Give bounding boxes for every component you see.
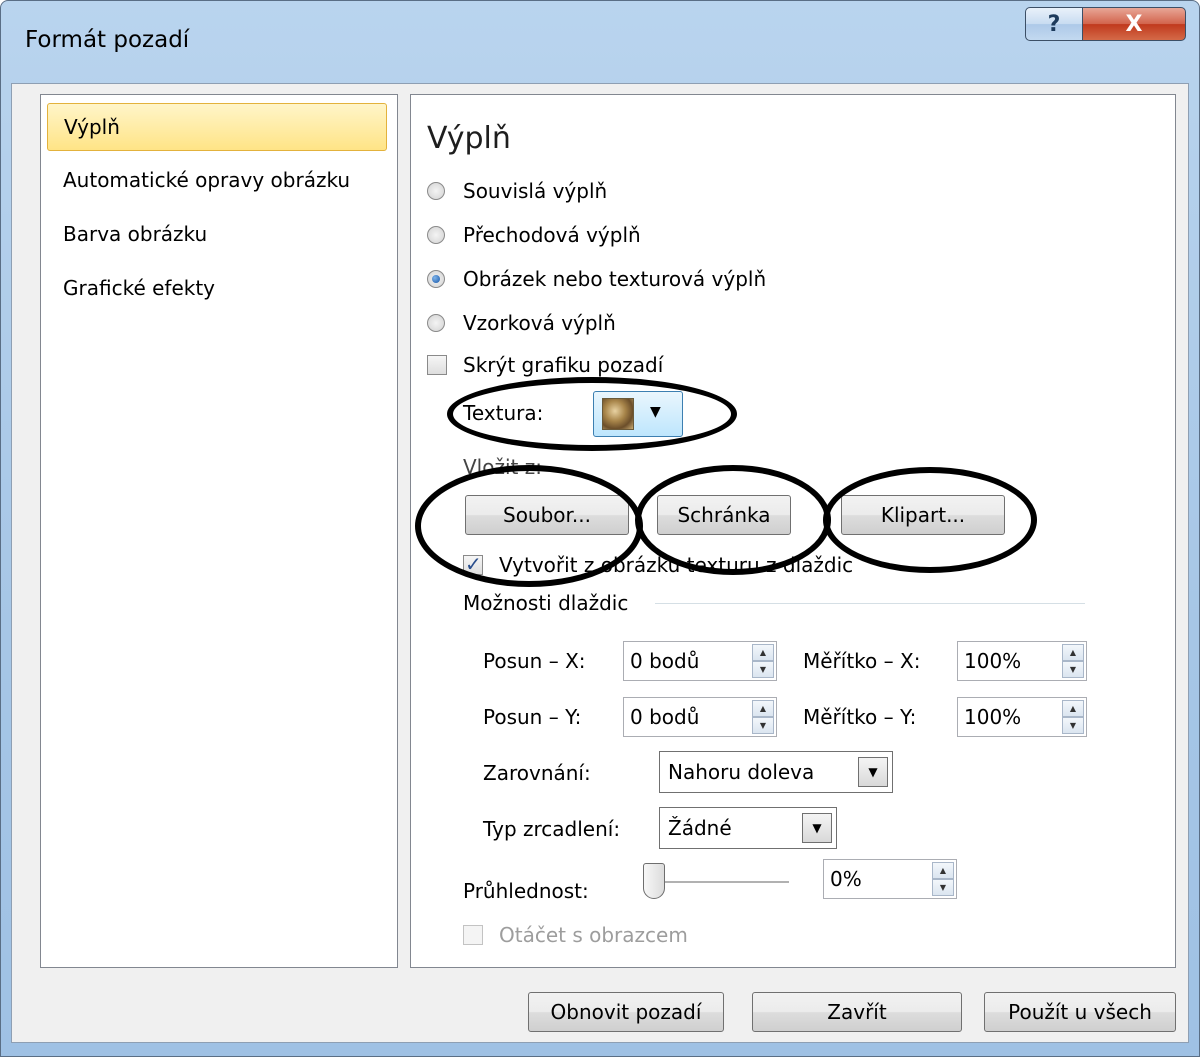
offset-x-label: Posun – X: [483,649,586,673]
nav-item-label: Výplň [64,115,120,139]
radio-gradient-fill[interactable]: Přechodová výplň [427,223,641,247]
alignment-label: Zarovnání: [483,761,591,785]
texture-picker-button[interactable]: ▼ [593,391,683,437]
help-button[interactable]: ? [1025,7,1083,41]
rotate-with-shape-checkbox[interactable]: Otáčet s obrazcem [463,923,688,947]
transparency-label: Průhlednost: [463,879,589,903]
group-separator [655,603,1085,604]
transparency-value: 0% [830,867,862,891]
checkbox-checked[interactable] [463,552,483,576]
scale-y-value: 100% [964,705,1022,729]
transparency-slider-track[interactable] [651,881,789,884]
spinner-arrows[interactable]: ▲ ▼ [752,700,774,734]
spin-up-icon[interactable]: ▲ [752,700,774,717]
clipart-button-label: Klipart... [880,503,966,527]
nav-item-picture-corrections[interactable]: Automatické opravy obrázku [47,157,387,205]
format-background-dialog: Formát pozadí ? X Výplň Automatické opra… [0,0,1200,1057]
close-button[interactable]: Zavřít [752,992,962,1032]
radio-label: Souvislá výplň [463,179,608,203]
radio-label: Vzorková výplň [463,311,616,335]
checkbox-label: Vytvořit z obrázku texturu z dlaždic [499,553,854,577]
spinner-arrows[interactable]: ▲ ▼ [752,644,774,678]
checkbox-label: Otáčet s obrazcem [499,923,688,947]
scale-x-value: 100% [964,649,1022,673]
nav-item-picture-color[interactable]: Barva obrázku [47,211,387,259]
close-window-button[interactable]: X [1082,7,1186,41]
nav-item-label: Barva obrázku [63,222,208,246]
spin-down-icon[interactable]: ▼ [1062,717,1084,734]
texture-swatch-icon [602,398,634,430]
tile-picture-checkbox[interactable]: Vytvořit z obrázku texturu z dlaždic [463,552,854,577]
offset-x-value: 0 bodů [630,649,700,673]
chevron-down-icon: ▼ [650,404,661,420]
spin-down-icon[interactable]: ▼ [752,717,774,734]
spin-down-icon[interactable]: ▼ [932,879,954,896]
texture-label: Textura: [463,401,544,425]
clipboard-button[interactable]: Schránka [657,495,791,535]
scale-y-spinner[interactable]: 100% ▲ ▼ [957,697,1087,737]
hide-background-graphics-checkbox[interactable]: Skrýt grafiku pozadí [427,353,663,377]
radio-button[interactable] [427,226,445,244]
help-icon: ? [1047,11,1061,37]
title-bar[interactable]: Formát pozadí ? X [1,1,1200,83]
nav-item-artistic-effects[interactable]: Grafické efekty [47,265,387,313]
offset-y-spinner[interactable]: 0 bodů ▲ ▼ [623,697,777,737]
dialog-client-area: Výplň Automatické opravy obrázku Barva o… [11,83,1189,1043]
file-button[interactable]: Soubor... [465,495,629,535]
transparency-spinner[interactable]: 0% ▲ ▼ [823,859,957,899]
chevron-down-icon[interactable]: ▼ [858,757,888,787]
apply-to-all-button[interactable]: Použít u všech [984,992,1176,1032]
chevron-down-icon[interactable]: ▼ [802,813,832,843]
tiling-options-label: Možnosti dlaždic [463,591,629,615]
transparency-slider-thumb[interactable] [643,863,665,899]
offset-x-spinner[interactable]: 0 bodů ▲ ▼ [623,641,777,681]
checkbox-label: Skrýt grafiku pozadí [463,353,664,377]
radio-button[interactable] [427,182,445,200]
spinner-arrows[interactable]: ▲ ▼ [1062,644,1084,678]
spin-up-icon[interactable]: ▲ [752,644,774,661]
close-icon: X [1125,11,1143,37]
spin-down-icon[interactable]: ▼ [1062,661,1084,678]
close-button-label: Zavřít [827,1000,887,1024]
checkbox[interactable] [427,355,447,375]
panel-heading: Výplň [427,121,511,156]
radio-picture-texture-fill[interactable]: Obrázek nebo texturová výplň [427,267,766,291]
offset-y-value: 0 bodů [630,705,700,729]
insert-from-label: Vložit z: [463,455,542,479]
radio-solid-fill[interactable]: Souvislá výplň [427,179,607,203]
scale-y-label: Měřítko – Y: [803,705,917,729]
fill-panel: Výplň Souvislá výplň Přechodová výplň Ob… [410,94,1176,968]
spin-up-icon[interactable]: ▲ [932,862,954,879]
spin-up-icon[interactable]: ▲ [1062,644,1084,661]
offset-y-label: Posun – Y: [483,705,582,729]
mirror-type-value: Žádné [668,816,732,840]
mirror-type-label: Typ zrcadlení: [483,817,621,841]
scale-x-spinner[interactable]: 100% ▲ ▼ [957,641,1087,681]
clipboard-button-label: Schránka [677,503,771,527]
radio-label: Přechodová výplň [463,223,641,247]
mirror-type-dropdown[interactable]: Žádné ▼ [659,807,837,849]
spin-up-icon[interactable]: ▲ [1062,700,1084,717]
scale-x-label: Měřítko – X: [803,649,921,673]
nav-item-label: Automatické opravy obrázku [63,168,351,192]
window-title: Formát pozadí [25,27,190,53]
radio-pattern-fill[interactable]: Vzorková výplň [427,311,616,335]
radio-label: Obrázek nebo texturová výplň [463,267,767,291]
clipart-button[interactable]: Klipart... [841,495,1005,535]
alignment-dropdown[interactable]: Nahoru doleva ▼ [659,751,893,793]
radio-button-selected[interactable] [427,270,445,288]
nav-item-label: Grafické efekty [63,276,216,300]
spinner-arrows[interactable]: ▲ ▼ [932,862,954,896]
spin-down-icon[interactable]: ▼ [752,661,774,678]
alignment-value: Nahoru doleva [668,760,815,784]
reset-background-button[interactable]: Obnovit pozadí [528,992,724,1032]
category-list: Výplň Automatické opravy obrázku Barva o… [40,94,398,968]
reset-button-label: Obnovit pozadí [550,1000,702,1024]
apply-all-button-label: Použít u všech [1008,1000,1152,1024]
nav-item-fill[interactable]: Výplň [47,103,387,151]
file-button-label: Soubor... [503,503,591,527]
radio-button[interactable] [427,314,445,332]
checkbox-disabled[interactable] [463,925,483,945]
spinner-arrows[interactable]: ▲ ▼ [1062,700,1084,734]
